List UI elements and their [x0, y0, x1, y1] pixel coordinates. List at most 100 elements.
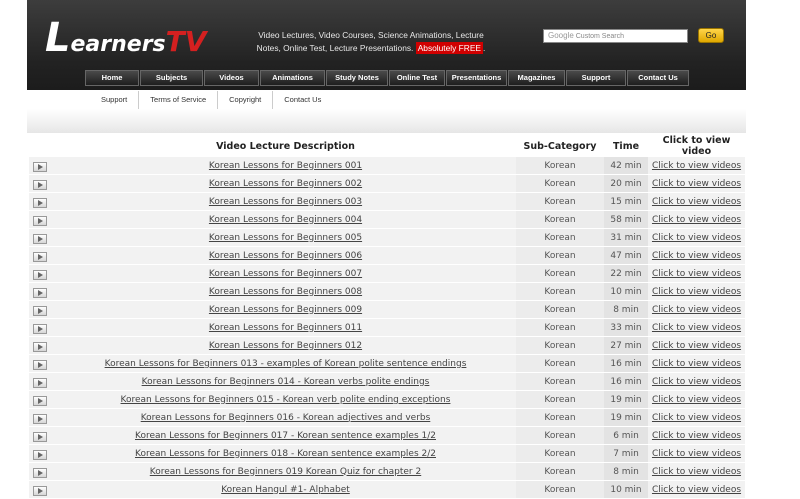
description-cell: Korean Lessons for Beginners 014 - Korea… — [55, 372, 516, 391]
view-videos-link[interactable]: Click to view videos — [652, 377, 741, 387]
lecture-title-link[interactable]: Korean Lessons for Beginners 015 - Korea… — [121, 395, 451, 405]
play-icon[interactable] — [33, 485, 47, 496]
play-icon[interactable] — [33, 197, 47, 208]
play-icon[interactable] — [33, 233, 47, 244]
view-videos-link[interactable]: Click to view videos — [652, 413, 741, 423]
subcategory-cell: Korean — [516, 372, 604, 391]
duration-cell: 58 min — [604, 210, 648, 229]
play-icon[interactable] — [33, 287, 47, 298]
description-cell: Korean Lessons for Beginners 017 - Korea… — [55, 426, 516, 445]
nav-item-support[interactable]: Support — [566, 70, 626, 86]
view-videos-link[interactable]: Click to view videos — [652, 197, 741, 207]
play-icon[interactable] — [33, 395, 47, 406]
subnav-link-copyright[interactable]: Copyright — [217, 91, 272, 109]
subnav-link-support[interactable]: Support — [90, 91, 138, 109]
learnerstv-logo[interactable]: LearnersTV — [45, 18, 206, 58]
nav-item-contact-us[interactable]: Contact Us — [627, 70, 689, 86]
lecture-title-link[interactable]: Korean Lessons for Beginners 006 — [209, 251, 362, 261]
duration-cell: 22 min — [604, 264, 648, 283]
nav-item-online-test[interactable]: Online Test — [389, 70, 445, 86]
nav-item-study-notes[interactable]: Study Notes — [326, 70, 388, 86]
view-videos-link[interactable]: Click to view videos — [652, 305, 741, 315]
play-icon[interactable] — [33, 269, 47, 280]
lecture-title-link[interactable]: Korean Lessons for Beginners 003 — [209, 197, 362, 207]
lecture-title-link[interactable]: Korean Lessons for Beginners 016 - Korea… — [141, 413, 431, 423]
nav-item-subjects[interactable]: Subjects — [140, 70, 203, 86]
lecture-title-link[interactable]: Korean Lessons for Beginners 018 - Korea… — [135, 449, 436, 459]
view-videos-link[interactable]: Click to view videos — [652, 467, 741, 477]
subcategory-cell: Korean — [516, 354, 604, 373]
duration-cell: 33 min — [604, 318, 648, 337]
view-videos-link[interactable]: Click to view videos — [652, 269, 741, 279]
play-cell — [29, 192, 55, 211]
play-icon[interactable] — [33, 449, 47, 460]
lecture-title-link[interactable]: Korean Lessons for Beginners 013 - examp… — [105, 359, 467, 369]
view-videos-link[interactable]: Click to view videos — [652, 251, 741, 261]
lecture-title-link[interactable]: Korean Lessons for Beginners 014 - Korea… — [142, 377, 430, 387]
nav-item-magazines[interactable]: Magazines — [508, 70, 565, 86]
view-videos-link[interactable]: Click to view videos — [652, 341, 741, 351]
view-videos-link[interactable]: Click to view videos — [652, 449, 741, 459]
play-icon[interactable] — [33, 467, 47, 478]
view-videos-link[interactable]: Click to view videos — [652, 233, 741, 243]
view-videos-link[interactable]: Click to view videos — [652, 359, 741, 369]
search-input[interactable]: Google Custom Search — [543, 29, 688, 43]
duration-cell: 6 min — [604, 426, 648, 445]
play-icon[interactable] — [33, 161, 47, 172]
play-icon[interactable] — [33, 323, 47, 334]
view-videos-link[interactable]: Click to view videos — [652, 431, 741, 441]
lecture-title-link[interactable]: Korean Lessons for Beginners 007 — [209, 269, 362, 279]
nav-item-presentations[interactable]: Presentations — [446, 70, 507, 86]
play-icon[interactable] — [33, 251, 47, 262]
description-cell: Korean Lessons for Beginners 011 — [55, 318, 516, 337]
table-row: Korean Lessons for Beginners 003 Korean 15… — [29, 192, 745, 211]
description-cell: Korean Lessons for Beginners 015 - Korea… — [55, 390, 516, 409]
play-icon[interactable] — [33, 305, 47, 316]
lecture-title-link[interactable]: Korean Lessons for Beginners 012 — [209, 341, 362, 351]
lecture-title-link[interactable]: Korean Lessons for Beginners 011 — [209, 323, 362, 333]
lecture-title-link[interactable]: Korean Lessons for Beginners 001 — [209, 161, 362, 171]
description-cell: Korean Lessons for Beginners 007 — [55, 264, 516, 283]
divider-band — [27, 109, 746, 133]
view-videos-link[interactable]: Click to view videos — [652, 161, 741, 171]
view-videos-link[interactable]: Click to view videos — [652, 395, 741, 405]
lecture-title-link[interactable]: Korean Hangul #1- Alphabet — [221, 485, 350, 495]
play-cell — [29, 372, 55, 391]
description-cell: Korean Lessons for Beginners 001 — [55, 157, 516, 175]
play-icon[interactable] — [33, 179, 47, 190]
description-cell: Korean Lessons for Beginners 004 — [55, 210, 516, 229]
nav-item-animations[interactable]: Animations — [260, 70, 325, 86]
lecture-title-link[interactable]: Korean Lessons for Beginners 005 — [209, 233, 362, 243]
duration-cell: 7 min — [604, 444, 648, 463]
subnav-link-contact-us[interactable]: Contact Us — [272, 91, 332, 109]
view-videos-link[interactable]: Click to view videos — [652, 485, 741, 495]
lecture-title-link[interactable]: Korean Lessons for Beginners 017 - Korea… — [135, 431, 436, 441]
lecture-title-link[interactable]: Korean Lessons for Beginners 002 — [209, 179, 362, 189]
lecture-title-link[interactable]: Korean Lessons for Beginners 004 — [209, 215, 362, 225]
play-icon[interactable] — [33, 431, 47, 442]
subcategory-cell: Korean — [516, 426, 604, 445]
play-cell — [29, 444, 55, 463]
lecture-title-link[interactable]: Korean Lessons for Beginners 019 Korean … — [150, 467, 421, 477]
view-videos-link[interactable]: Click to view videos — [652, 215, 741, 225]
lecture-title-link[interactable]: Korean Lessons for Beginners 008 — [209, 287, 362, 297]
lecture-title-link[interactable]: Korean Lessons for Beginners 009 — [209, 305, 362, 315]
nav-item-home[interactable]: Home — [85, 70, 139, 86]
view-videos-link[interactable]: Click to view videos — [652, 323, 741, 333]
play-icon[interactable] — [33, 215, 47, 226]
view-videos-link[interactable]: Click to view videos — [652, 179, 741, 189]
view-link-cell: Click to view videos — [648, 210, 745, 229]
view-videos-link[interactable]: Click to view videos — [652, 287, 741, 297]
subnav-link-terms-of-service[interactable]: Terms of Service — [138, 91, 217, 109]
play-cell — [29, 480, 55, 499]
play-icon[interactable] — [33, 413, 47, 424]
subcategory-cell: Korean — [516, 444, 604, 463]
play-cell — [29, 264, 55, 283]
play-cell — [29, 300, 55, 319]
table-row: Korean Lessons for Beginners 009 Korean 8 … — [29, 300, 745, 319]
nav-item-videos[interactable]: Videos — [204, 70, 259, 86]
play-icon[interactable] — [33, 341, 47, 352]
play-icon[interactable] — [33, 377, 47, 388]
play-icon[interactable] — [33, 359, 47, 370]
go-button[interactable]: Go — [698, 28, 724, 43]
